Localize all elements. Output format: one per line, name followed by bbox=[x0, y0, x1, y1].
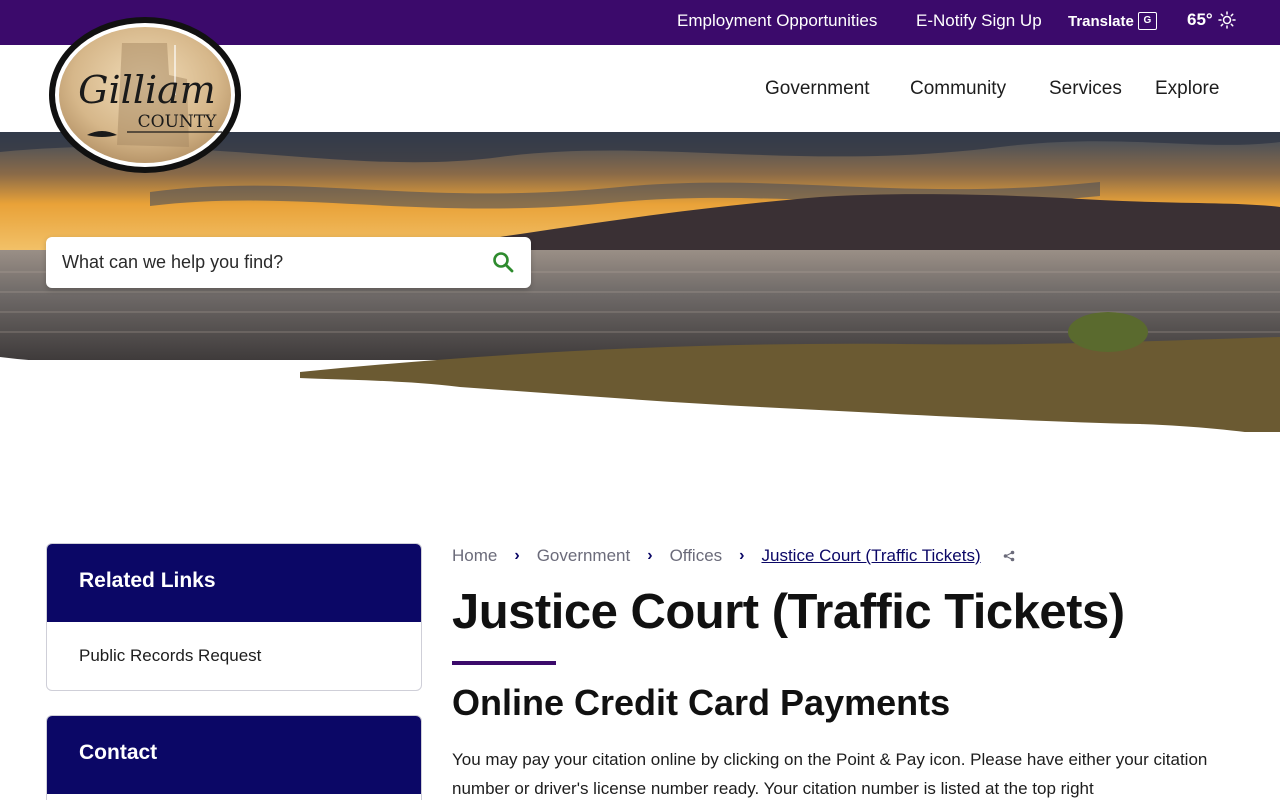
public-records-link[interactable]: Public Records Request bbox=[47, 622, 421, 690]
section-heading: Online Credit Card Payments bbox=[452, 682, 951, 723]
logo-text-gilliam: Gilliam bbox=[78, 68, 216, 112]
related-links-heading: Related Links bbox=[47, 544, 421, 622]
body-paragraph: You may pay your citation online by clic… bbox=[452, 750, 1208, 798]
translate-button[interactable]: Translate G bbox=[1068, 12, 1157, 30]
page-title: Justice Court (Traffic Tickets) bbox=[452, 585, 1125, 639]
county-logo[interactable]: Gilliam COUNTY bbox=[47, 15, 245, 177]
title-divider bbox=[452, 661, 556, 665]
chevron-right-icon: › bbox=[514, 547, 520, 564]
breadcrumb-offices[interactable]: Offices bbox=[670, 546, 723, 566]
related-links-card: Related Links Public Records Request bbox=[46, 543, 422, 691]
site-search bbox=[46, 237, 531, 288]
search-input[interactable] bbox=[62, 237, 462, 288]
breadcrumb-home[interactable]: Home bbox=[452, 546, 497, 566]
search-icon[interactable] bbox=[491, 250, 515, 274]
breadcrumb-current[interactable]: Justice Court (Traffic Tickets) bbox=[761, 546, 980, 566]
chevron-right-icon: › bbox=[647, 547, 653, 564]
contact-heading: Contact bbox=[47, 716, 421, 794]
nav-services[interactable]: Services bbox=[1049, 78, 1122, 100]
sun-icon bbox=[1217, 11, 1236, 29]
employment-link[interactable]: Employment Opportunities bbox=[677, 11, 877, 31]
contact-card: Contact bbox=[46, 715, 422, 800]
logo-text-county: COUNTY bbox=[138, 112, 217, 132]
chevron-right-icon: › bbox=[739, 547, 745, 564]
translate-label: Translate bbox=[1068, 12, 1134, 30]
enotify-link[interactable]: E-Notify Sign Up bbox=[916, 11, 1042, 31]
temperature: 65° bbox=[1187, 10, 1213, 29]
nav-community[interactable]: Community bbox=[910, 78, 1006, 100]
breadcrumb: Home › Government › Offices › Justice Co… bbox=[452, 546, 1015, 566]
share-icon[interactable] bbox=[1003, 550, 1015, 562]
nav-government[interactable]: Government bbox=[765, 78, 870, 100]
nav-explore[interactable]: Explore bbox=[1155, 78, 1219, 100]
weather-widget[interactable]: 65° bbox=[1187, 10, 1236, 30]
breadcrumb-government[interactable]: Government bbox=[537, 546, 631, 566]
translate-icon: G bbox=[1137, 12, 1157, 30]
